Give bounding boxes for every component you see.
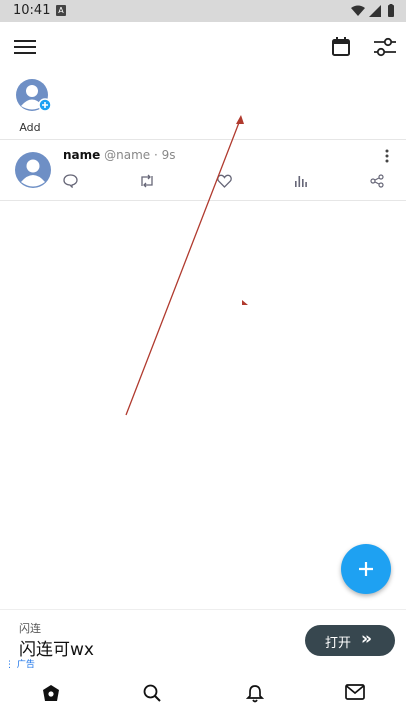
mail-icon[interactable] bbox=[345, 684, 365, 700]
ad-open-button[interactable]: 打开 » bbox=[305, 625, 395, 656]
ad-tag-label: 广告 bbox=[16, 660, 35, 670]
bottom-nav bbox=[0, 672, 406, 721]
bell-icon[interactable] bbox=[246, 684, 264, 703]
home-icon[interactable] bbox=[42, 684, 60, 702]
ad-tag: ⋮ 广告 bbox=[5, 660, 35, 670]
ad-brand: 闪连 bbox=[19, 622, 41, 635]
plus-icon bbox=[359, 562, 373, 576]
ad-banner[interactable]: 闪连 闪连可wx ⋮ 广告 打开 » bbox=[0, 609, 406, 671]
ad-open-label: 打开 bbox=[325, 636, 352, 651]
compose-fab-button[interactable] bbox=[341, 544, 391, 594]
search-icon[interactable] bbox=[143, 684, 161, 702]
chevron-right-icon: » bbox=[361, 629, 372, 649]
